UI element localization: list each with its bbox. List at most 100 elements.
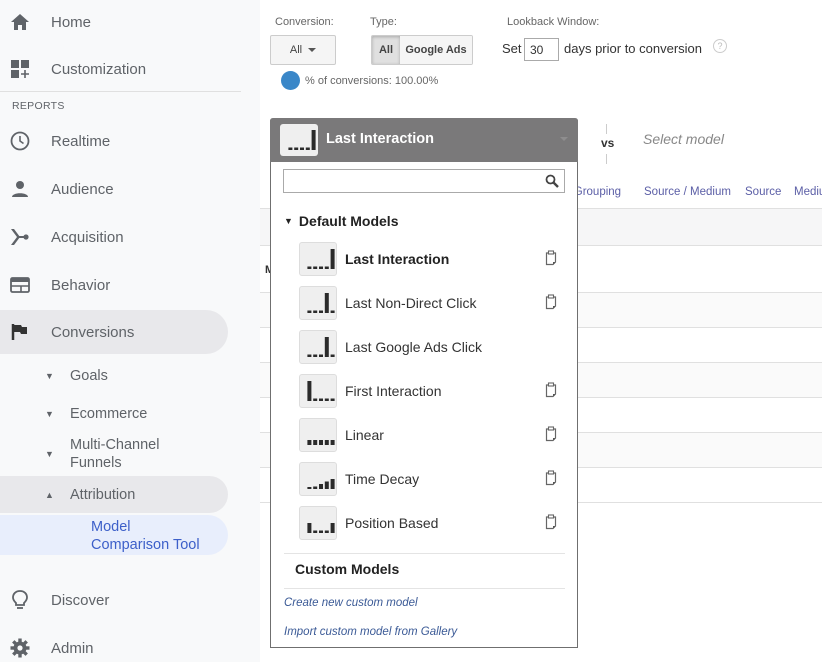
- sidebar-subitem-model-comparison-tool[interactable]: Model Comparison Tool: [0, 515, 228, 555]
- sidebar-item-conversions[interactable]: Conversions: [0, 310, 228, 354]
- import-custom-model-link[interactable]: Import custom model from Gallery: [284, 626, 457, 638]
- model-search-input[interactable]: [284, 170, 534, 192]
- model-bar: [324, 266, 329, 269]
- model-bar: [313, 398, 318, 401]
- model-option[interactable]: Last Google Ads Click: [299, 330, 569, 366]
- lookback-days-input[interactable]: [524, 38, 559, 61]
- sidebar-item-customization[interactable]: Customization: [0, 47, 228, 91]
- sidebar-item-audience[interactable]: Audience: [0, 167, 228, 211]
- label-line-1: Multi-Channel: [70, 437, 160, 453]
- model-icon: [299, 506, 337, 540]
- sidebar-item-label: Audience: [51, 180, 114, 198]
- model-option[interactable]: Position Based: [299, 506, 569, 542]
- model-bar: [307, 487, 312, 489]
- select-model-dropdown[interactable]: Select model: [643, 131, 724, 147]
- model-name: Last Interaction: [345, 251, 450, 267]
- vs-divider-top: [606, 124, 607, 134]
- type-label: Type:: [370, 16, 397, 28]
- copy-model-icon[interactable]: [545, 426, 557, 447]
- sidebar-subitem-multi-channel-funnels[interactable]: ▼ Multi-Channel Funnels: [0, 436, 228, 472]
- model-option[interactable]: First Interaction: [299, 374, 569, 410]
- model-search-box: [283, 169, 565, 193]
- copy-model-icon[interactable]: [545, 470, 557, 491]
- copy-model-icon[interactable]: [545, 382, 557, 403]
- model-bar: [324, 398, 329, 401]
- dimension-tab-medium[interactable]: Mediu: [794, 186, 822, 198]
- model-name: Last Non-Direct Click: [345, 295, 477, 311]
- sidebar: Home Customization REPORTS Realtime Audi…: [0, 0, 260, 662]
- model-bar: [313, 354, 318, 357]
- search-icon[interactable]: [545, 174, 559, 193]
- caret-up-icon: ▲: [45, 489, 54, 500]
- set-label: Set: [502, 41, 522, 56]
- sidebar-item-discover[interactable]: Discover: [0, 578, 228, 622]
- vs-divider-bottom: [606, 154, 607, 164]
- model-bar: [319, 354, 323, 357]
- conversion-label: Conversion:: [275, 16, 334, 28]
- model-bar: [313, 530, 318, 533]
- sidebar-subitem-goals[interactable]: ▼ Goals: [0, 365, 228, 387]
- copy-model-icon[interactable]: [545, 294, 557, 315]
- sidebar-item-label: Discover: [51, 591, 110, 609]
- model-option[interactable]: Time Decay: [299, 462, 569, 498]
- model-bar: [324, 481, 329, 489]
- sidebar-subitem-attribution[interactable]: ▲ Attribution: [0, 476, 228, 513]
- model-icon: [299, 418, 337, 452]
- acquisition-icon: [10, 227, 30, 247]
- caret-down-icon: ▼: [45, 449, 54, 459]
- selected-model-title: Last Interaction: [326, 131, 434, 147]
- days-suffix-label: days prior to conversion: [564, 41, 703, 56]
- model-bars-icon: [307, 479, 335, 489]
- dimension-tab-source[interactable]: Source: [745, 186, 781, 198]
- sidebar-divider: [0, 91, 241, 92]
- model-bars-icon: [307, 523, 335, 533]
- flag-icon: [10, 322, 30, 342]
- custom-models-label: Custom Models: [295, 561, 400, 577]
- sidebar-item-label: Behavior: [51, 276, 111, 294]
- sidebar-item-acquisition[interactable]: Acquisition: [0, 215, 228, 259]
- sidebar-item-admin[interactable]: Admin: [0, 626, 228, 662]
- help-icon[interactable]: ?: [713, 39, 727, 53]
- model-bar: [300, 147, 304, 150]
- copy-model-icon[interactable]: [545, 514, 557, 535]
- model-option[interactable]: Last Non-Direct Click: [299, 286, 569, 322]
- model-bar: [311, 130, 316, 150]
- model-bar: [305, 147, 310, 150]
- lightbulb-icon: [10, 590, 30, 610]
- model-dropdown-header[interactable]: Last Interaction: [270, 118, 578, 162]
- model-bar: [307, 381, 312, 401]
- model-name: Time Decay: [345, 471, 420, 487]
- model-bar: [319, 310, 323, 313]
- last-interaction-model-icon: [280, 124, 318, 156]
- type-option-all[interactable]: All: [372, 36, 400, 64]
- model-icon: [299, 462, 337, 496]
- sidebar-subitem-label: Attribution: [70, 486, 136, 503]
- create-custom-model-link[interactable]: Create new custom model: [284, 597, 418, 609]
- default-models-label: Default Models: [298, 213, 399, 229]
- conversion-dropdown[interactable]: All: [270, 35, 336, 65]
- model-option[interactable]: Linear: [299, 418, 569, 454]
- default-models-group[interactable]: ▼ Default Models: [284, 213, 399, 229]
- sidebar-item-realtime[interactable]: Realtime: [0, 119, 228, 163]
- model-bars-icon: [307, 440, 335, 445]
- model-icon: [299, 242, 337, 276]
- dimension-tab-source-medium[interactable]: Source / Medium: [644, 186, 731, 198]
- person-icon: [10, 179, 30, 199]
- model-bar: [319, 398, 323, 401]
- type-option-google-ads[interactable]: Google Ads: [400, 36, 472, 64]
- sidebar-item-label: Home: [51, 13, 92, 31]
- conversion-percent-dot: [281, 71, 300, 90]
- sidebar-item-behavior[interactable]: Behavior: [0, 263, 228, 307]
- sidebar-item-label: Customization: [51, 60, 147, 78]
- copy-model-icon[interactable]: [545, 250, 557, 271]
- sidebar-item-home[interactable]: Home: [0, 0, 228, 44]
- model-bar: [324, 293, 329, 313]
- reports-section-label: REPORTS: [12, 100, 65, 112]
- model-option[interactable]: Last Interaction: [299, 242, 569, 278]
- clock-icon: [10, 131, 30, 151]
- model-bar: [307, 440, 312, 445]
- sidebar-subitem-ecommerce[interactable]: ▼ Ecommerce: [0, 403, 228, 425]
- caret-down-icon: ▼: [45, 371, 54, 381]
- sidebar-item-label: Acquisition: [51, 228, 124, 246]
- model-bar: [307, 266, 312, 269]
